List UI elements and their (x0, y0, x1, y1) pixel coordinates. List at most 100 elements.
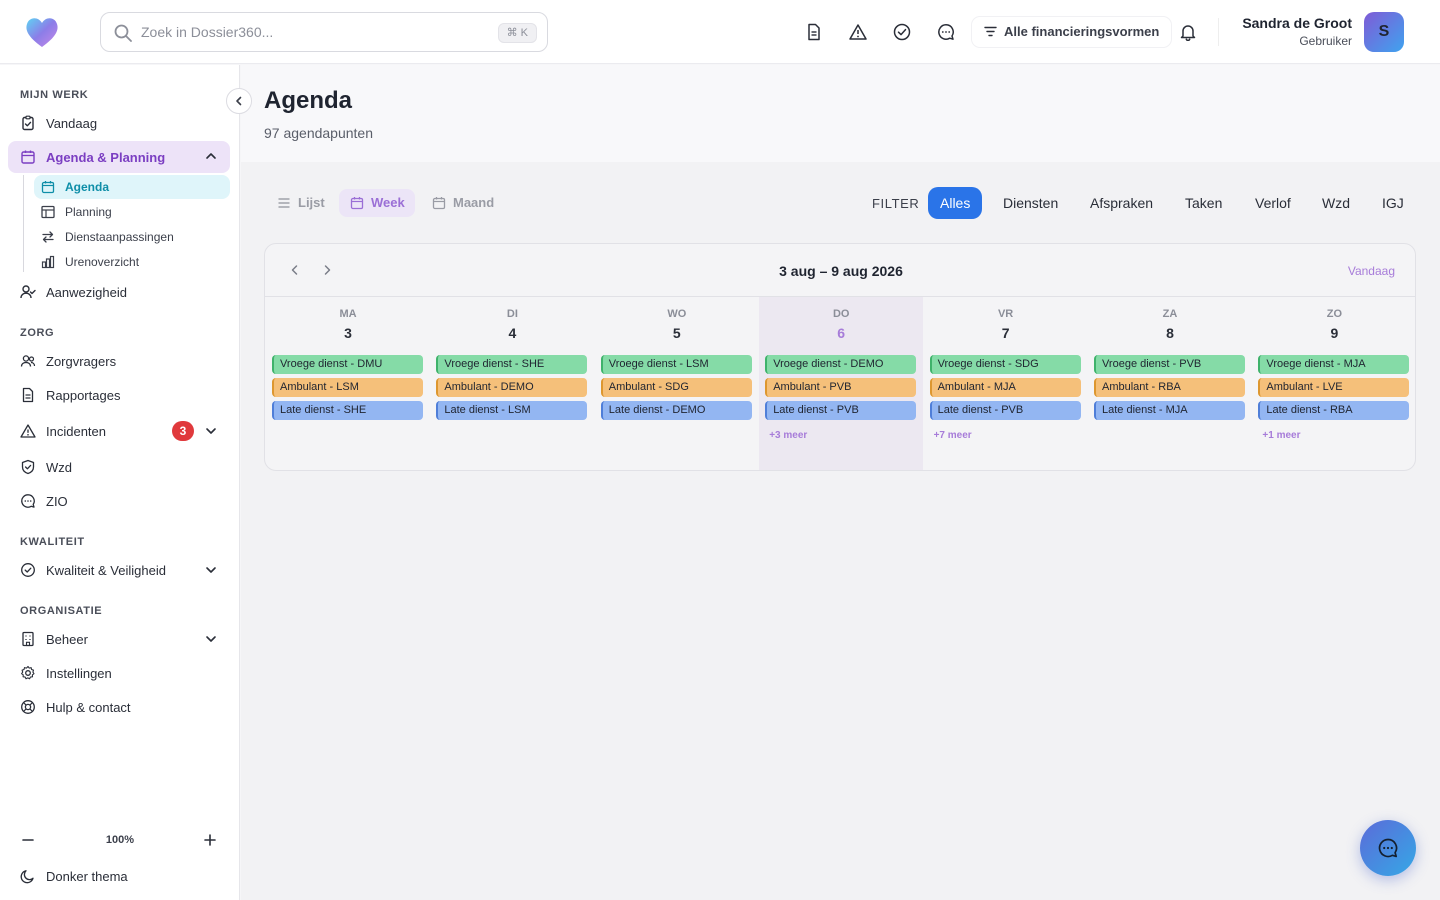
dark-theme-toggle[interactable]: Donker thema (8, 861, 230, 891)
day-column[interactable]: WO 5 Vroege dienst - LSM Ambulant - SDG Late… (595, 297, 759, 470)
day-column[interactable]: ZA 8 Vroege dienst - PVB Ambulant - RBA Late… (1088, 297, 1252, 470)
chevron-down-icon (204, 424, 218, 441)
incident-count-badge: 3 (172, 421, 194, 441)
chat-icon[interactable] (934, 20, 958, 44)
section-title-zorg: ZORG (20, 327, 55, 339)
financing-filter-button[interactable]: Alle financieringsvormen (972, 17, 1172, 47)
event-ambulant[interactable]: Ambulant - LVE (1258, 378, 1410, 397)
calendar-icon (20, 149, 36, 165)
chevron-down-icon (204, 632, 218, 649)
chevron-down-icon (204, 563, 218, 580)
filter-chip-verlof[interactable]: Verlof (1243, 187, 1303, 219)
day-column[interactable]: DI 4 Vroege dienst - SHE Ambulant - DEMO Lat… (430, 297, 594, 470)
sidebar-item-zio[interactable]: ZIO (8, 486, 230, 516)
search-shortcut: ⌘ K (497, 23, 537, 43)
event-vroege-dienst[interactable]: Vroege dienst - DEMO (765, 355, 917, 374)
view-week-button[interactable]: Week (339, 189, 415, 217)
event-vroege-dienst[interactable]: Vroege dienst - LSM (600, 355, 752, 374)
avatar[interactable]: S (1364, 12, 1404, 52)
event-ambulant[interactable]: Ambulant - MJA (929, 378, 1081, 397)
sidebar-item-hulp-contact[interactable]: Hulp & contact (8, 692, 230, 722)
day-number: 4 (508, 325, 517, 341)
event-vroege-dienst[interactable]: Vroege dienst - PVB (1094, 355, 1245, 374)
sidebar-item-wzd[interactable]: Wzd (8, 452, 230, 482)
sidebar-item-label: Beheer (46, 631, 88, 647)
section-title-mijn-werk: MIJN WERK (20, 89, 89, 101)
heart-logo-icon[interactable] (24, 14, 60, 50)
view-lijst-button[interactable]: Lijst (266, 189, 335, 217)
sidebar-item-label: Wzd (46, 459, 72, 475)
zoom-control: 100% (0, 828, 240, 852)
event-late-dienst[interactable]: Late dienst - DEMO (600, 401, 752, 420)
sidebar-item-incidenten[interactable]: Incidenten 3 (8, 416, 230, 446)
section-title-kwaliteit: KWALITEIT (20, 536, 85, 548)
page-header: Agenda 97 agendapunten (241, 65, 1440, 162)
filter-chip-alles[interactable]: Alles (928, 187, 983, 219)
sidebar-subitem-label: Dienstaanpassingen (65, 230, 174, 244)
event-late-dienst[interactable]: Late dienst - MJA (1094, 401, 1245, 420)
bell-icon[interactable] (1176, 20, 1200, 44)
filter-chip-afspraken[interactable]: Afspraken (1078, 187, 1165, 219)
filter-chip-wzd[interactable]: Wzd (1310, 187, 1362, 219)
sidebar-subitem-planning[interactable]: Planning (34, 200, 230, 224)
event-vroege-dienst[interactable]: Vroege dienst - DMU (272, 355, 423, 374)
event-ambulant[interactable]: Ambulant - LSM (272, 378, 423, 397)
chat-fab-button[interactable] (1360, 820, 1416, 876)
more-events-link[interactable]: +3 meer (769, 430, 807, 441)
page-subtitle: 97 agendapunten (264, 125, 373, 141)
more-events-link[interactable]: +1 meer (1262, 430, 1300, 441)
user-name[interactable]: Sandra de Groot (1242, 15, 1352, 31)
event-vroege-dienst[interactable]: Vroege dienst - SHE (436, 355, 588, 374)
event-ambulant[interactable]: Ambulant - PVB (765, 378, 917, 397)
more-events-link[interactable]: +7 meer (934, 430, 972, 441)
week-calendar: 3 aug – 9 aug 2026 Vandaag MA 3 Vroege die… (264, 243, 1416, 471)
sidebar-subitem-urenoverzicht[interactable]: Urenoverzicht (34, 250, 230, 274)
day-column[interactable]: DO 6 Vroege dienst - DEMO Ambulant - PVB Lat… (759, 297, 924, 470)
event-ambulant[interactable]: Ambulant - SDG (600, 378, 752, 397)
filter-chip-igj[interactable]: IGJ (1370, 187, 1416, 219)
top-bar: ⌘ K Alle financieringsvormen Sandra de G… (0, 0, 1440, 64)
filter-chip-taken[interactable]: Taken (1173, 187, 1234, 219)
warning-icon[interactable] (846, 20, 870, 44)
sidebar-item-agenda-planning[interactable]: Agenda & Planning (8, 141, 230, 173)
event-late-dienst[interactable]: Late dienst - PVB (929, 401, 1081, 420)
event-vroege-dienst[interactable]: Vroege dienst - SDG (929, 355, 1081, 374)
sidebar-item-aanwezigheid[interactable]: Aanwezigheid (8, 277, 230, 307)
day-column[interactable]: ZO 9 Vroege dienst - MJA Ambulant - LVE Late… (1252, 297, 1415, 470)
zoom-in-icon[interactable] (202, 832, 218, 851)
event-ambulant[interactable]: Ambulant - RBA (1094, 378, 1245, 397)
view-maand-button[interactable]: Maand (421, 189, 504, 217)
event-late-dienst[interactable]: Late dienst - RBA (1258, 401, 1410, 420)
calendar-header: 3 aug – 9 aug 2026 Vandaag (265, 244, 1415, 297)
sidebar-item-vandaag[interactable]: Vandaag (8, 108, 230, 138)
warning-icon (20, 423, 36, 439)
sidebar-item-instellingen[interactable]: Instellingen (8, 658, 230, 688)
dark-theme-label: Donker thema (46, 868, 128, 884)
sidebar-item-label: Aanwezigheid (46, 284, 127, 300)
today-button[interactable]: Vandaag (1348, 264, 1395, 278)
day-column[interactable]: MA 3 Vroege dienst - DMU Ambulant - LSM Late… (266, 297, 430, 470)
filter-chip-diensten[interactable]: Diensten (991, 187, 1070, 219)
document-icon[interactable] (802, 20, 826, 44)
day-column[interactable]: VR 7 Vroege dienst - SDG Ambulant - MJA Late… (924, 297, 1088, 470)
sidebar-subitem-agenda[interactable]: Agenda (34, 175, 230, 199)
day-number: 5 (672, 325, 681, 341)
event-late-dienst[interactable]: Late dienst - PVB (765, 401, 917, 420)
sidebar-item-beheer[interactable]: Beheer (8, 624, 230, 654)
check-circle-icon (20, 562, 36, 578)
event-late-dienst[interactable]: Late dienst - LSM (436, 401, 588, 420)
check-circle-icon[interactable] (890, 20, 914, 44)
user-check-icon (20, 284, 36, 300)
search-box[interactable]: ⌘ K (100, 12, 548, 52)
event-ambulant[interactable]: Ambulant - DEMO (436, 378, 588, 397)
event-late-dienst[interactable]: Late dienst - SHE (272, 401, 423, 420)
sidebar-subitem-dienstaanpassingen[interactable]: Dienstaanpassingen (34, 225, 230, 249)
sidebar-item-zorgvragers[interactable]: Zorgvragers (8, 346, 230, 376)
search-input[interactable] (141, 22, 481, 42)
sidebar-item-kwaliteit-veiligheid[interactable]: Kwaliteit & Veiligheid (8, 555, 230, 585)
building-icon (20, 631, 36, 647)
sidebar-collapse-button[interactable] (226, 88, 252, 114)
filter-label: FILTER (872, 196, 920, 211)
sidebar-item-rapportages[interactable]: Rapportages (8, 380, 230, 410)
event-vroege-dienst[interactable]: Vroege dienst - MJA (1258, 355, 1410, 374)
